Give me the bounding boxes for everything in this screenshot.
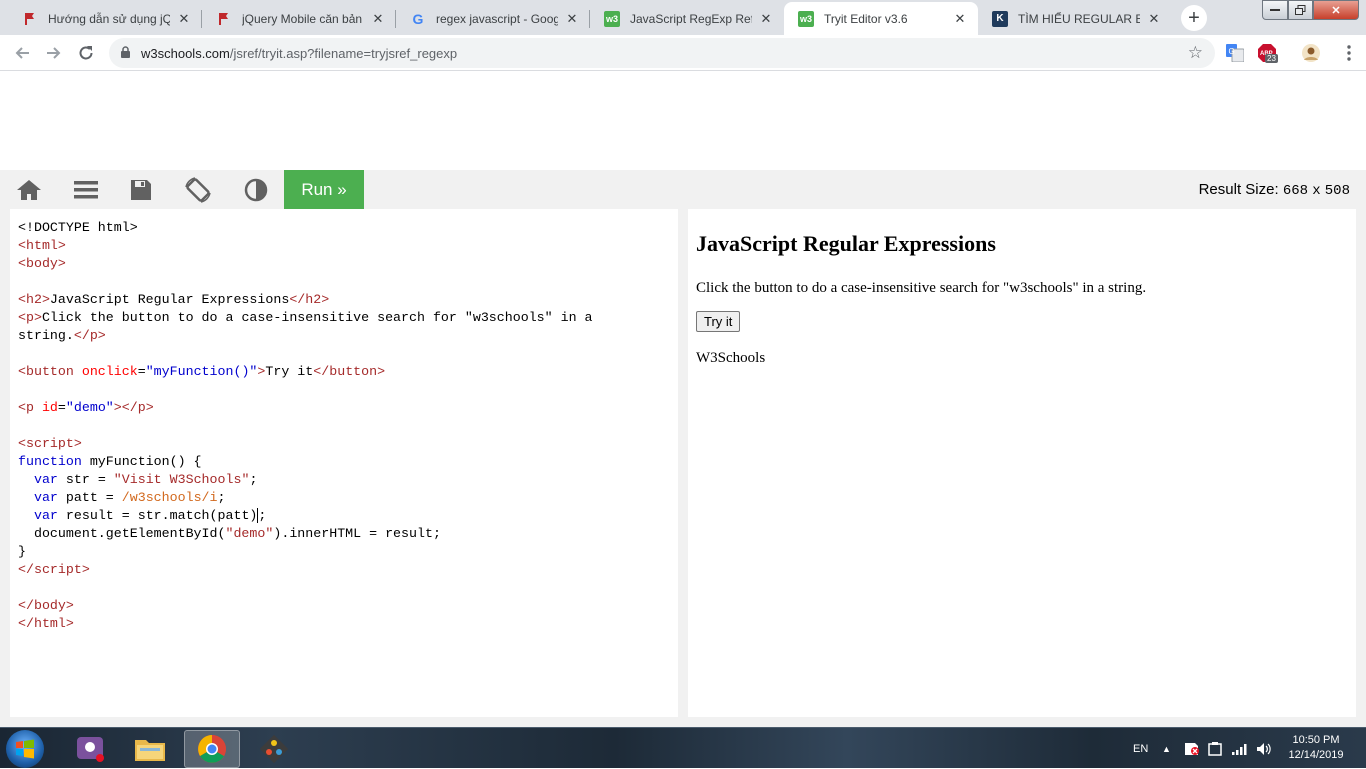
git-icon — [259, 734, 289, 764]
result-paragraph: Click the button to do a case-insensitiv… — [696, 280, 1147, 296]
adblock-extension-icon[interactable]: ABP 23 — [1256, 42, 1278, 64]
taskbar-app-viber[interactable] — [62, 730, 118, 768]
code-content[interactable]: <!DOCTYPE html> <html> <body> <h2>JavaSc… — [18, 219, 678, 633]
close-tab-icon[interactable]: ✕ — [758, 11, 774, 27]
folder-icon — [135, 740, 165, 761]
browser-tab-active[interactable]: w3 Tryit Editor v3.6 ✕ — [784, 2, 978, 35]
tab-title: Tryit Editor v3.6 — [824, 11, 908, 26]
reload-icon — [79, 46, 93, 60]
taskbar-app-chrome[interactable] — [184, 730, 240, 768]
taskbar-app-explorer[interactable] — [122, 730, 178, 768]
tab-title: jQuery Mobile căn bản — [242, 11, 363, 26]
minimize-button[interactable] — [1262, 0, 1288, 20]
close-tab-icon[interactable]: ✕ — [370, 11, 386, 27]
tab-strip: Hướng dẫn sử dụng jQu ✕ jQuery Mobile că… — [0, 0, 1366, 35]
show-hidden-icons[interactable]: ▲ — [1162, 728, 1171, 769]
browser-tab[interactable]: w3 JavaScript RegExp Refer ✕ — [590, 2, 784, 35]
menu-button[interactable] — [58, 170, 114, 209]
tryit-toolbar: Run » Result Size: 668 x 508 — [0, 170, 1366, 209]
svg-text:G: G — [1229, 47, 1235, 56]
clock-date: 12/14/2019 — [1288, 749, 1344, 761]
language-indicator[interactable]: EN — [1133, 728, 1148, 769]
windows-taskbar: EN ▲ 10:50 PM 12/14/2019 — [0, 727, 1366, 768]
run-button[interactable]: Run » — [284, 170, 364, 209]
result-times: x — [1312, 183, 1321, 199]
bookmark-star-icon[interactable]: ☆ — [1188, 43, 1203, 63]
close-window-button[interactable]: ✕ — [1313, 0, 1359, 20]
google-icon: G — [412, 10, 424, 27]
k-icon: K — [992, 10, 1008, 27]
w3schools-icon: w3 — [604, 10, 620, 27]
reload-button[interactable] — [72, 39, 100, 67]
extension-badge: 23 — [1265, 54, 1278, 63]
close-tab-icon[interactable]: ✕ — [1146, 11, 1162, 27]
red-flag-icon — [22, 11, 38, 27]
windows-logo-icon — [16, 739, 34, 759]
text-cursor — [257, 507, 259, 523]
restore-button[interactable] — [1288, 0, 1313, 20]
red-flag-icon — [216, 11, 232, 27]
ad-space — [0, 71, 1366, 170]
address-bar[interactable]: w3schools.com/jsref/tryit.asp?filename=t… — [109, 38, 1215, 68]
w3schools-icon: w3 — [798, 10, 814, 27]
clock-time: 10:50 PM — [1292, 734, 1340, 746]
volume-icon[interactable] — [1256, 728, 1272, 769]
url-host: w3schools.com — [141, 46, 230, 61]
lock-icon — [121, 46, 130, 58]
forward-arrow-icon — [47, 47, 61, 59]
rotate-button[interactable] — [170, 170, 226, 209]
profile-avatar[interactable] — [1300, 42, 1322, 64]
result-height: 508 — [1324, 183, 1350, 199]
action-center-icon[interactable] — [1184, 728, 1200, 769]
result-width: 668 — [1282, 183, 1309, 199]
url-text[interactable]: w3schools.com/jsref/tryit.asp?filename=t… — [141, 46, 457, 61]
browser-toolbar: w3schools.com/jsref/tryit.asp?filename=t… — [0, 35, 1366, 71]
home-button[interactable] — [1, 170, 57, 209]
chat-app-icon — [77, 737, 104, 762]
url-path: /jsref/tryit.asp?filename=tryjsref_regex… — [229, 46, 458, 61]
contrast-icon — [244, 178, 268, 201]
home-icon — [17, 179, 41, 200]
taskbar-app-git[interactable] — [246, 730, 302, 768]
system-clock[interactable]: 10:50 PM 12/14/2019 — [1276, 733, 1356, 763]
result-frame: JavaScript Regular Expressions Click the… — [688, 209, 1356, 717]
result-size-label: Result Size: — [1198, 181, 1279, 198]
tab-title: JavaScript RegExp Refer — [630, 11, 752, 26]
tab-title: regex javascript - Googl — [436, 11, 558, 26]
code-editor[interactable]: <!DOCTYPE html> <html> <body> <h2>JavaSc… — [10, 209, 678, 717]
back-button[interactable] — [8, 39, 36, 67]
browser-tab[interactable]: jQuery Mobile căn bản ✕ — [202, 2, 396, 35]
close-tab-icon[interactable]: ✕ — [952, 11, 968, 27]
rotate-icon — [185, 176, 211, 203]
network-signal-icon[interactable] — [1232, 728, 1248, 769]
result-size: Result Size: 668 x 508 — [1199, 181, 1350, 199]
theme-toggle-button[interactable] — [228, 170, 284, 209]
browser-tab[interactable]: G regex javascript - Googl ✕ — [396, 2, 590, 35]
save-button[interactable] — [113, 170, 169, 209]
new-tab-button[interactable]: + — [1181, 5, 1207, 31]
try-it-button[interactable]: Try it — [696, 311, 741, 332]
forward-button[interactable] — [40, 39, 68, 67]
menu-icon — [74, 180, 98, 198]
back-arrow-icon — [15, 47, 29, 59]
browser-tab[interactable]: K TÌM HIỂU REGULAR EXP ✕ — [978, 2, 1172, 35]
start-button[interactable] — [6, 730, 44, 768]
tab-title: Hướng dẫn sử dụng jQu — [48, 11, 170, 26]
result-heading: JavaScript Regular Expressions — [696, 231, 996, 256]
work-area: <!DOCTYPE html> <html> <body> <h2>JavaSc… — [0, 209, 1366, 727]
tab-title: TÌM HIỂU REGULAR EXP — [1018, 11, 1140, 26]
close-tab-icon[interactable]: ✕ — [176, 11, 192, 27]
save-icon — [131, 179, 151, 200]
chrome-icon — [198, 735, 226, 763]
demo-output: W3Schools — [696, 350, 766, 366]
translate-extension-icon[interactable]: G — [1224, 42, 1246, 64]
clipboard-tray-icon[interactable] — [1208, 728, 1222, 769]
chrome-menu-icon[interactable] — [1338, 42, 1360, 64]
close-tab-icon[interactable]: ✕ — [564, 11, 580, 27]
browser-tab[interactable]: Hướng dẫn sử dụng jQu ✕ — [8, 2, 202, 35]
